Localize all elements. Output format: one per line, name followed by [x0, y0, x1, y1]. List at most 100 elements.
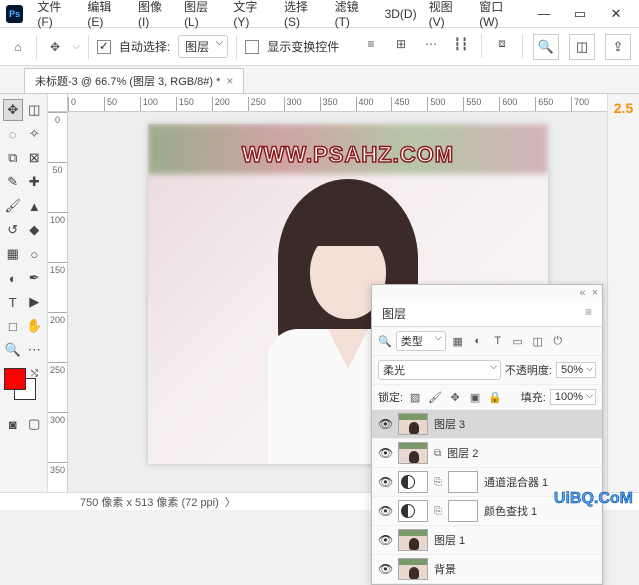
- path-select-tool[interactable]: ▶: [25, 291, 45, 313]
- swap-colors-icon[interactable]: ⤭: [31, 368, 38, 379]
- visibility-toggle-icon[interactable]: 👁: [378, 475, 392, 489]
- visibility-toggle-icon[interactable]: 👁: [378, 446, 392, 460]
- share-icon[interactable]: ⇪: [605, 34, 631, 60]
- blend-mode-select[interactable]: 柔光: [378, 360, 501, 380]
- menu-image[interactable]: 图像(I): [132, 0, 178, 29]
- brush-tool[interactable]: 🖌: [3, 195, 23, 217]
- crop-tool[interactable]: ⧉: [3, 147, 23, 169]
- minimize-button[interactable]: —: [527, 3, 561, 25]
- panel-collapse-icon[interactable]: «: [579, 287, 585, 299]
- ruler-vertical[interactable]: 050100150200250300350: [48, 112, 68, 492]
- move-tool[interactable]: ✥: [3, 99, 23, 121]
- lock-artboard-icon[interactable]: ▣: [467, 389, 483, 405]
- layer-name[interactable]: 背景: [434, 561, 456, 577]
- layer-name[interactable]: 图层 1: [434, 532, 465, 548]
- history-brush-tool[interactable]: ↺: [3, 219, 23, 241]
- close-window-button[interactable]: ✕: [599, 3, 633, 25]
- gradient-tool[interactable]: ▦: [3, 243, 23, 265]
- opacity-input[interactable]: 50%: [556, 362, 596, 378]
- filter-adjust-icon[interactable]: ◐: [470, 333, 486, 349]
- frame-tool[interactable]: ⊠: [25, 147, 45, 169]
- lock-transparency-icon[interactable]: ▨: [407, 389, 423, 405]
- hand-tool[interactable]: ✋: [25, 315, 45, 337]
- lasso-tool[interactable]: ◌: [3, 123, 23, 145]
- show-transform-checkbox[interactable]: [245, 40, 259, 54]
- menu-window[interactable]: 窗口(W): [473, 0, 527, 29]
- align-icon-2[interactable]: ⊞: [391, 34, 411, 54]
- panel-close-icon[interactable]: ×: [592, 287, 598, 299]
- mask-thumbnail[interactable]: [448, 471, 478, 493]
- screen-mode-tool[interactable]: ▢: [25, 413, 45, 435]
- layer-thumbnail[interactable]: [398, 442, 428, 464]
- fill-input[interactable]: 100%: [550, 389, 596, 405]
- menu-type[interactable]: 文字(Y): [227, 0, 278, 29]
- menu-select[interactable]: 选择(S): [278, 0, 329, 29]
- eraser-tool[interactable]: ◆: [25, 219, 45, 241]
- layer-name[interactable]: 图层 3: [434, 416, 465, 432]
- filter-type-icon[interactable]: T: [490, 333, 506, 349]
- filter-toggle-icon[interactable]: ⏻: [550, 333, 566, 349]
- document-tab[interactable]: 未标题-3 @ 66.7% (图层 3, RGB/8#) * ×: [24, 68, 244, 93]
- shape-tool[interactable]: □: [3, 315, 23, 337]
- auto-select-checkbox[interactable]: ✓: [97, 40, 111, 54]
- menu-file[interactable]: 文件(F): [31, 0, 81, 29]
- color-swatches[interactable]: ⤭: [2, 368, 42, 408]
- filter-pixel-icon[interactable]: ▦: [450, 333, 466, 349]
- visibility-toggle-icon[interactable]: 👁: [378, 562, 392, 576]
- distribute-icon[interactable]: ┇┇: [451, 34, 471, 54]
- filter-shape-icon[interactable]: ▭: [510, 333, 526, 349]
- layer-row[interactable]: 👁 背景: [372, 555, 602, 584]
- healing-tool[interactable]: ✚: [25, 171, 45, 193]
- 3d-mode-icon[interactable]: ⧈: [492, 34, 512, 54]
- visibility-toggle-icon[interactable]: 👁: [378, 533, 392, 547]
- layers-panel-tab[interactable]: 图层 ≡: [372, 301, 602, 327]
- eyedropper-tool[interactable]: ✎: [3, 171, 23, 193]
- lock-pixels-icon[interactable]: 🖌: [427, 389, 443, 405]
- workspace-icon[interactable]: ◫: [569, 34, 595, 60]
- menu-3d[interactable]: 3D(D): [379, 7, 423, 21]
- pen-tool[interactable]: ✒: [25, 267, 45, 289]
- layer-thumbnail[interactable]: [398, 558, 428, 580]
- maximize-button[interactable]: ▭: [563, 3, 597, 25]
- filter-smart-icon[interactable]: ◫: [530, 333, 546, 349]
- magic-wand-tool[interactable]: ✧: [25, 123, 45, 145]
- panel-menu-icon[interactable]: ≡: [585, 305, 592, 319]
- quick-mask-tool[interactable]: ◙: [3, 413, 23, 435]
- menu-edit[interactable]: 编辑(E): [81, 0, 132, 29]
- marquee-tool[interactable]: ◫: [25, 99, 44, 121]
- ruler-origin[interactable]: [48, 94, 68, 112]
- menu-layer[interactable]: 图层(L): [178, 0, 227, 29]
- align-icon-1[interactable]: ≡: [361, 34, 381, 54]
- layer-name[interactable]: 通道混合器 1: [484, 474, 548, 490]
- mask-thumbnail[interactable]: [448, 500, 478, 522]
- edit-toolbar[interactable]: ⋯: [25, 339, 45, 361]
- auto-select-target-select[interactable]: 图层: [178, 35, 228, 58]
- lock-all-icon[interactable]: 🔒: [487, 389, 503, 405]
- visibility-toggle-icon[interactable]: 👁: [378, 417, 392, 431]
- blur-tool[interactable]: ○: [25, 243, 45, 265]
- dodge-tool[interactable]: ◐: [3, 267, 23, 289]
- layer-row[interactable]: 👁⧉图层 2: [372, 439, 602, 468]
- type-tool[interactable]: T: [3, 291, 23, 313]
- visibility-toggle-icon[interactable]: 👁: [378, 504, 392, 518]
- align-icon-3[interactable]: ⋯: [421, 34, 441, 54]
- ruler-horizontal[interactable]: 0501001502002503003504004505005506006507…: [68, 94, 607, 112]
- foreground-color-swatch[interactable]: [4, 368, 26, 390]
- move-tool-indicator-icon[interactable]: ✥: [45, 37, 65, 57]
- layer-name[interactable]: 颜色查找 1: [484, 503, 537, 519]
- status-flyout-icon[interactable]: 〉: [225, 494, 236, 510]
- clone-stamp-tool[interactable]: ▲: [25, 195, 45, 217]
- close-tab-icon[interactable]: ×: [226, 74, 233, 88]
- search-icon[interactable]: 🔍: [533, 34, 559, 60]
- layer-filter-kind-select[interactable]: 类型: [396, 331, 446, 351]
- layer-name[interactable]: 图层 2: [447, 445, 478, 461]
- zoom-tool[interactable]: 🔍: [3, 339, 23, 361]
- layer-row[interactable]: 👁 图层 3: [372, 410, 602, 439]
- home-icon[interactable]: ⌂: [8, 37, 28, 57]
- lock-position-icon[interactable]: ✥: [447, 389, 463, 405]
- layer-thumbnail[interactable]: [398, 529, 428, 551]
- menu-view[interactable]: 视图(V): [423, 0, 474, 29]
- menu-filter[interactable]: 滤镜(T): [329, 0, 379, 29]
- layer-thumbnail[interactable]: [398, 413, 428, 435]
- layer-row[interactable]: 👁 图层 1: [372, 526, 602, 555]
